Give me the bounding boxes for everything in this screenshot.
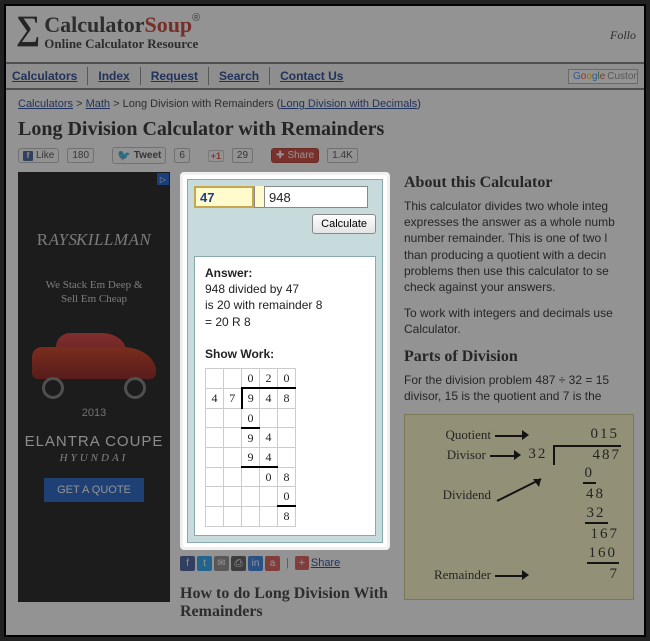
share-linkedin-icon[interactable]: in bbox=[248, 556, 263, 571]
share-print-icon[interactable]: ⎙ bbox=[231, 556, 246, 571]
divisor-input[interactable] bbox=[194, 186, 254, 208]
brand-part1: Calculator bbox=[44, 12, 144, 37]
ad-year: 2013 bbox=[18, 407, 170, 419]
breadcrumb: Calculators > Math > Long Division with … bbox=[18, 98, 632, 110]
quotient-value: 015 bbox=[559, 426, 619, 443]
ad-car-image bbox=[28, 325, 160, 405]
answer-line1: 948 divided by 47 bbox=[205, 282, 299, 296]
brand-part2: Soup bbox=[144, 12, 192, 37]
nav-index[interactable]: Index bbox=[98, 67, 129, 85]
like-count: 180 bbox=[67, 148, 94, 163]
logo-sigma: ∑ bbox=[16, 12, 40, 46]
show-work-label: Show Work: bbox=[205, 347, 274, 361]
crumb-calculators[interactable]: Calculators bbox=[18, 98, 73, 110]
dividend-value: 487 bbox=[561, 447, 621, 464]
calculate-button[interactable]: Calculate bbox=[312, 214, 376, 234]
crumb-math[interactable]: Math bbox=[86, 98, 110, 110]
share-count: 1.4K bbox=[327, 148, 358, 163]
gplus-button[interactable]: +1 bbox=[208, 150, 224, 162]
share-plus-icon[interactable]: + bbox=[295, 556, 309, 570]
share-email-icon[interactable]: ✉ bbox=[214, 556, 229, 571]
tweet-button[interactable]: 🐦Tweet bbox=[112, 147, 166, 164]
follow-label[interactable]: Follo bbox=[610, 28, 636, 43]
about-p1: This calculator divides two whole integ … bbox=[404, 198, 632, 295]
nav-search[interactable]: Search bbox=[219, 67, 259, 85]
about-heading: About this Calculator bbox=[404, 174, 632, 192]
answer-label: Answer: bbox=[205, 266, 252, 280]
remainder-label: Remainder bbox=[417, 567, 495, 583]
long-division-work: 02047948094940808 bbox=[205, 368, 365, 527]
crumb-current: Long Division with Remainders bbox=[123, 98, 274, 110]
share-button[interactable]: ✚ Share bbox=[271, 148, 319, 163]
sidebar-ad[interactable]: ▷ RAYSKILLMAN We Stack Em Deep & Sell Em… bbox=[18, 172, 170, 602]
parts-heading: Parts of Division bbox=[404, 348, 632, 366]
howto-heading: How to do Long Division With Remainders bbox=[180, 585, 394, 621]
parts-diagram: Quotient 015 Divisor 32 487 0 bbox=[404, 414, 634, 600]
gplus-count: 29 bbox=[232, 148, 253, 163]
like-button[interactable]: fLike bbox=[18, 148, 59, 163]
tagline: Online Calculator Resource bbox=[44, 36, 200, 52]
twitter-icon: 🐦 bbox=[117, 149, 131, 162]
adchoices-icon[interactable]: ▷ bbox=[157, 173, 169, 185]
calculator-panel: Calculate Answer: 948 divided by 47 is 2… bbox=[187, 179, 383, 543]
ad-slogan2: Sell Em Cheap bbox=[18, 292, 170, 306]
crumb-decimals-link[interactable]: Long Division with Decimals bbox=[280, 98, 417, 110]
answer-line3: = 20 R 8 bbox=[205, 315, 251, 329]
ad-cta-button[interactable]: GET A QUOTE bbox=[44, 478, 144, 502]
dividend-input[interactable] bbox=[264, 186, 368, 208]
search-placeholder: Custom bbox=[607, 71, 638, 82]
answer-line2: is 20 with remainder 8 bbox=[205, 298, 322, 312]
share-link[interactable]: Share bbox=[311, 557, 340, 569]
nav-contact[interactable]: Contact Us bbox=[280, 67, 343, 85]
remainder-value: 7 bbox=[559, 566, 619, 583]
ad-dealer: RAYSKILLMAN bbox=[18, 230, 170, 250]
page-title: Long Division Calculator with Remainders bbox=[18, 118, 632, 141]
tweet-count: 6 bbox=[174, 148, 190, 163]
registered-mark: ® bbox=[192, 12, 200, 24]
divisor-label: Divisor bbox=[417, 447, 490, 463]
ad-make: HYUNDAI bbox=[18, 452, 170, 464]
dividend-arrow-icon bbox=[495, 475, 551, 505]
google-search-box[interactable]: Google Custom bbox=[568, 69, 638, 84]
facebook-icon: f bbox=[23, 151, 33, 161]
about-p2: To work with integers and decimals use C… bbox=[404, 305, 632, 337]
dividend-label: Dividend bbox=[417, 487, 495, 503]
share-twitter-icon[interactable]: t bbox=[197, 556, 212, 571]
nav-calculators[interactable]: Calculators bbox=[12, 67, 77, 85]
divisor-value: 32 bbox=[521, 446, 547, 463]
ad-slogan1: We Stack Em Deep & bbox=[18, 278, 170, 292]
quotient-label: Quotient bbox=[417, 427, 495, 443]
share-facebook-icon[interactable]: f bbox=[180, 556, 195, 571]
nav-request[interactable]: Request bbox=[151, 67, 198, 85]
parts-intro: For the division problem 487 ÷ 32 = 15 d… bbox=[404, 372, 632, 404]
share-addthis-icon[interactable]: a bbox=[265, 556, 280, 571]
ad-model: ELANTRA COUPE bbox=[18, 433, 170, 450]
